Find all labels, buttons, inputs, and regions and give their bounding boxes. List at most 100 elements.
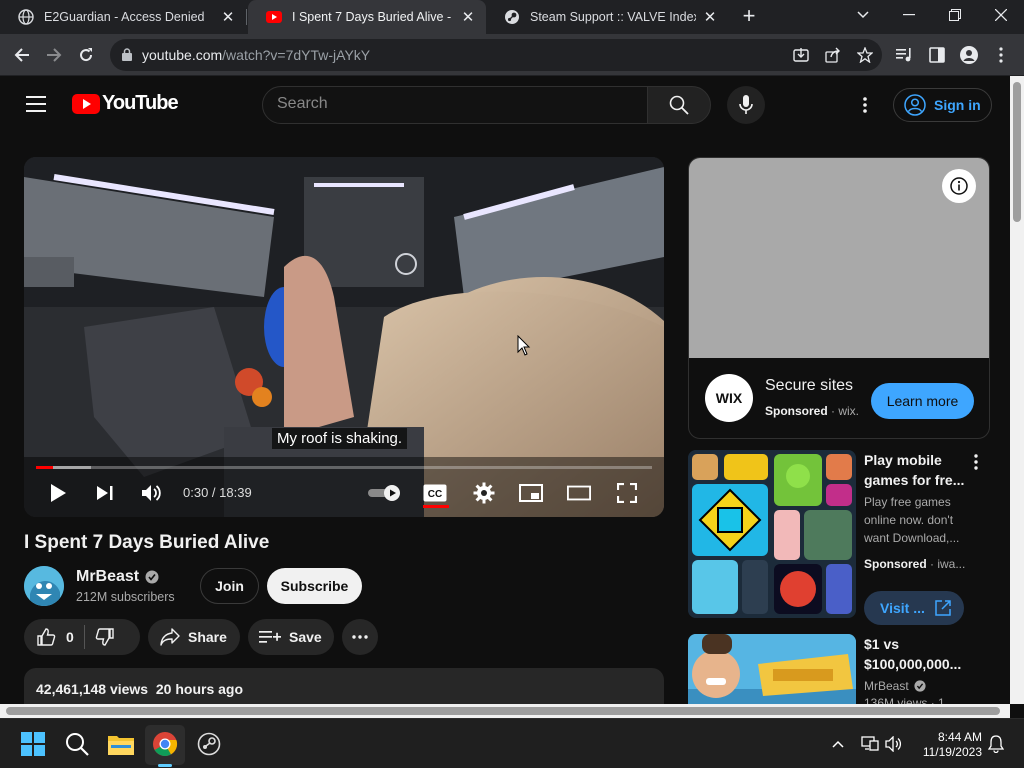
guide-menu-icon[interactable]: [26, 96, 46, 112]
browser-menu-icon[interactable]: [992, 46, 1010, 64]
like-dislike-group: 0: [24, 619, 140, 655]
settings-gear-icon[interactable]: [472, 481, 496, 505]
browser-tab-strip: E2Guardian - Access Denied ✕ I Spent 7 D…: [0, 0, 1024, 34]
view-count: 42,461,148 views: [36, 681, 149, 697]
tab-label: Steam Support :: VALVE Index Sys: [530, 10, 696, 24]
game-ad-description: Play free games online now. don't want D…: [864, 495, 960, 545]
tab-youtube[interactable]: I Spent 7 Days Buried Alive - You ✕: [248, 0, 486, 34]
mouse-cursor-icon: [517, 335, 531, 356]
tab-label: E2Guardian - Access Denied: [44, 10, 205, 24]
close-icon[interactable]: ✕: [460, 9, 476, 26]
sidebar-ad-card[interactable]: WIX Secure sites Sponsored · wix. Learn …: [688, 157, 990, 439]
next-video-icon[interactable]: [93, 481, 117, 505]
share-button[interactable]: Share: [148, 619, 240, 655]
ad-advertiser: wix.: [838, 404, 860, 418]
lock-icon[interactable]: [122, 48, 132, 66]
like-count: 0: [66, 629, 74, 645]
more-actions-button[interactable]: [342, 619, 378, 655]
subscribe-button[interactable]: Subscribe: [267, 568, 362, 604]
tab-e2guardian[interactable]: E2Guardian - Access Denied ✕: [0, 0, 246, 34]
horizontal-scroll-thumb[interactable]: [6, 707, 1000, 715]
game-ad-menu-icon[interactable]: [968, 452, 984, 472]
settings-kebab-icon[interactable]: [855, 94, 875, 116]
progress-bar[interactable]: [36, 466, 652, 469]
recommended-video-thumbnail[interactable]: [688, 634, 856, 704]
youtube-logo[interactable]: YouTube: [72, 92, 179, 115]
channel-name-row[interactable]: MrBeast: [76, 568, 159, 586]
tab-search-chevron-icon[interactable]: [840, 0, 886, 30]
back-arrow-icon[interactable]: [10, 43, 34, 67]
search-box: [262, 86, 648, 124]
play-icon[interactable]: [46, 481, 70, 505]
media-controls-icon[interactable]: [896, 46, 914, 64]
tab-steam-support[interactable]: Steam Support :: VALVE Index Sys ✕: [486, 0, 728, 34]
window-close-icon[interactable]: [978, 0, 1024, 30]
closed-captions-icon[interactable]: CC: [423, 481, 447, 505]
new-tab-button[interactable]: +: [738, 5, 760, 28]
url-text[interactable]: youtube.com/watch?v=7dYTw-jAYkY: [142, 47, 370, 63]
like-button[interactable]: 0: [36, 627, 74, 647]
theater-mode-icon[interactable]: [567, 481, 591, 505]
forward-arrow-icon[interactable]: [42, 43, 66, 67]
vertical-scroll-thumb[interactable]: [1013, 82, 1021, 222]
chrome-icon[interactable]: [151, 730, 179, 758]
game-ad-thumbnail[interactable]: [688, 450, 856, 618]
speaker-icon[interactable]: [884, 734, 904, 754]
taskbar-clock[interactable]: 8:44 AM 11/19/2023: [918, 730, 982, 760]
youtube-header: YouTube Sign in: [0, 76, 1010, 134]
steam-taskbar-icon[interactable]: [195, 730, 223, 758]
fullscreen-icon[interactable]: [615, 481, 639, 505]
side-panel-icon[interactable]: [928, 46, 946, 64]
recommended-video-meta: 136M views · 1...: [864, 696, 955, 704]
search-button[interactable]: [647, 86, 711, 124]
voice-search-button[interactable]: [727, 86, 765, 124]
miniplayer-icon[interactable]: [519, 481, 543, 505]
sign-in-button[interactable]: Sign in: [893, 88, 992, 122]
windows-start-icon[interactable]: [19, 730, 47, 758]
horizontal-scrollbar[interactable]: [0, 704, 1010, 718]
tab-divider: [246, 9, 247, 25]
search-input[interactable]: [277, 95, 627, 113]
channel-name[interactable]: MrBeast: [76, 568, 139, 586]
taskbar-search-icon[interactable]: [63, 730, 91, 758]
sign-in-label: Sign in: [934, 97, 981, 113]
visit-site-button[interactable]: Visit ...: [864, 591, 964, 625]
recommended-video-title[interactable]: $1 vs $100,000,000...: [864, 634, 974, 674]
ad-info-icon[interactable]: [942, 169, 976, 203]
install-app-icon[interactable]: [792, 46, 810, 64]
youtube-wordmark: YouTube: [102, 92, 179, 114]
verified-badge-icon: [145, 570, 159, 584]
minimize-icon[interactable]: [886, 0, 932, 30]
description-box[interactable]: 42,461,148 views 20 hours ago: [24, 668, 664, 708]
save-label: Save: [289, 629, 322, 645]
close-icon[interactable]: ✕: [220, 9, 236, 26]
recommended-channel-row[interactable]: MrBeast: [864, 679, 926, 693]
share-page-icon[interactable]: [824, 46, 842, 64]
verified-badge-icon: [914, 680, 926, 692]
vertical-scrollbar[interactable]: [1010, 76, 1024, 704]
volume-icon[interactable]: [140, 481, 164, 505]
learn-more-button[interactable]: Learn more: [871, 383, 974, 419]
bookmark-star-icon[interactable]: [856, 46, 874, 64]
video-player[interactable]: [24, 157, 664, 517]
notification-bell-icon[interactable]: [986, 734, 1006, 754]
reload-icon[interactable]: [74, 43, 98, 67]
save-button[interactable]: Save: [248, 619, 334, 655]
game-ad-title[interactable]: Play mobile games for fre...: [864, 450, 966, 490]
show-hidden-icons-chevron-icon[interactable]: [828, 734, 848, 754]
video-title: I Spent 7 Days Buried Alive: [24, 532, 270, 553]
address-bar[interactable]: youtube.com/watch?v=7dYTw-jAYkY: [110, 39, 882, 71]
file-explorer-icon[interactable]: [107, 730, 135, 758]
network-icon[interactable]: [860, 734, 880, 754]
channel-avatar[interactable]: [24, 566, 64, 606]
profile-icon[interactable]: [960, 46, 978, 64]
restore-icon[interactable]: [932, 0, 978, 30]
close-icon[interactable]: ✕: [702, 9, 718, 26]
subtitle-caption: My roof is shaking.: [272, 428, 408, 449]
game-ad-collage: [688, 450, 856, 618]
dislike-button[interactable]: [95, 627, 115, 647]
clock-time: 8:44 AM: [937, 730, 982, 744]
time-display: 0:30 / 18:39: [183, 485, 252, 500]
join-button[interactable]: Join: [200, 568, 259, 604]
autoplay-toggle[interactable]: [368, 485, 402, 501]
